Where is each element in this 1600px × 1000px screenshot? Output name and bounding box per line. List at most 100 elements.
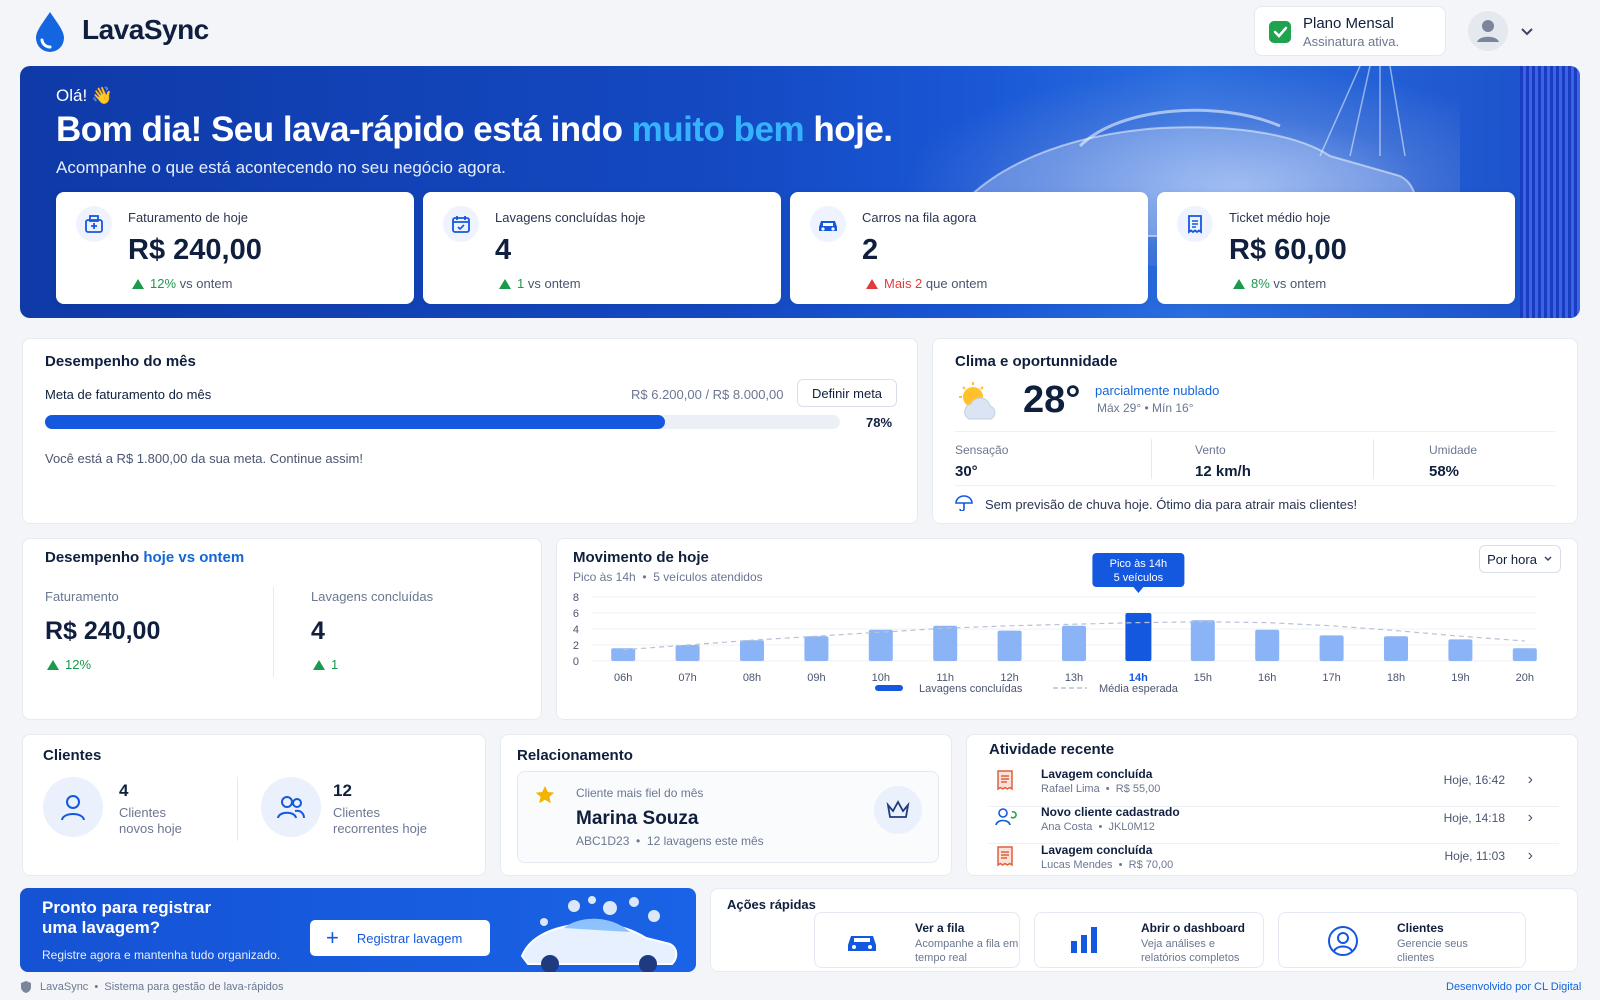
user-add-icon <box>995 807 1017 832</box>
x-tick-label: 06h <box>614 672 632 684</box>
peak-tooltip-line1: Pico às 14h <box>1110 558 1167 570</box>
kpi-label: Carros na fila agora <box>862 210 977 225</box>
plan-badge[interactable]: Plano Mensal Assinatura ativa. <box>1254 6 1446 56</box>
kpi-washes[interactable]: Lavagens concluídas hoje 4 1 vs ontem <box>423 192 781 304</box>
chevron-right-icon: › <box>1527 847 1533 864</box>
compare-value: 4 <box>311 617 325 645</box>
weather-stat: Umidade 58% <box>1429 443 1478 480</box>
greeting: Olá! 👋 <box>56 86 114 105</box>
activity-time: Hoje, 16:42 <box>1443 773 1505 787</box>
kpi-value: R$ 60,00 <box>1229 234 1347 266</box>
weather-tip: Sem previsão de chuva hoje. Ótimo dia pa… <box>985 497 1358 512</box>
chart-bar <box>933 625 958 661</box>
kpi-ticket[interactable]: Ticket médio hoje R$ 60,00 8% vs ontem <box>1157 192 1515 304</box>
relationship-card: Relacionamento Cliente mais fiel do mês … <box>500 734 952 876</box>
activity-sub: Ana Costa • JKL0M12 <box>1041 821 1155 833</box>
chart-bar <box>1062 625 1086 661</box>
weather-card: Clima e oportunnidade 28° parcialmente n… <box>932 338 1578 524</box>
y-tick-label: 2 <box>573 640 579 652</box>
users-icon <box>261 777 321 837</box>
chart-bar <box>1255 629 1280 661</box>
kpi-label: Lavagens concluídas hoje <box>495 210 646 225</box>
kpi-delta: 1 vs ontem <box>499 276 581 291</box>
plus-icon: + <box>326 925 339 950</box>
loyal-client-name: Marina Souza <box>576 808 699 829</box>
compare-delta: 1 <box>313 657 338 672</box>
set-goal-button[interactable]: Definir meta <box>797 379 897 407</box>
brand-name[interactable]: LavaSync <box>82 14 209 46</box>
compare-card: Desempenho hoje vs ontem Faturamento R$ … <box>22 538 542 720</box>
x-tick-label: 09h <box>807 672 825 684</box>
activity-title: Lavagem concluída <box>1041 843 1153 857</box>
chart-bar <box>1384 636 1408 661</box>
clients-card: Clientes 4 Clientes novos hoje 12 Cliente… <box>22 734 486 876</box>
plan-status: Assinatura ativa. <box>1303 34 1400 49</box>
plan-title: Plano Mensal <box>1303 15 1394 32</box>
card-title: Atividade recente <box>989 741 1115 758</box>
user-circle-icon <box>1327 925 1359 962</box>
calendar-icon <box>443 206 479 242</box>
weather-minmax: Máx 29° • Mín 16° <box>1097 401 1194 415</box>
month-performance-card: Desempenho do mês Meta de faturamento do… <box>22 338 918 524</box>
register-wash-button[interactable]: + Registrar lavagem <box>310 920 490 956</box>
kpi-delta: Mais 2 que ontem <box>866 276 987 291</box>
goal-message: Você está a R$ 1.800,00 da sua meta. Con… <box>45 451 363 466</box>
headline-accent: muito bem <box>631 110 805 149</box>
loyal-client-label: Cliente mais fiel do mês <box>576 786 704 800</box>
receipt-icon <box>995 845 1015 872</box>
chart-bar <box>611 648 636 661</box>
chevron-down-icon[interactable] <box>1520 24 1534 42</box>
activity-item[interactable]: Lavagem concluída Lucas Mendes • R$ 70,0… <box>989 843 1549 879</box>
activity-item[interactable]: Novo cliente cadastrado Ana Costa • JKL0… <box>989 805 1549 841</box>
y-tick-label: 6 <box>573 608 579 620</box>
headline-text: Bom dia! Seu lava-rápido está indo <box>56 110 632 149</box>
quick-action-clients[interactable]: Clientes Gerencie seus clientes <box>1278 912 1526 968</box>
footer-credit-link[interactable]: Desenvolvido por CL Digital <box>1446 981 1581 993</box>
card-title: Clima e oportunnidade <box>955 353 1118 370</box>
car-icon <box>845 927 879 960</box>
legend-label: Lavagens concluídas <box>919 683 1023 695</box>
chart-bar <box>997 630 1022 661</box>
x-tick-label: 17h <box>1322 672 1340 684</box>
kpi-label: Faturamento de hoje <box>128 210 248 225</box>
activity-title: Lavagem concluída <box>1041 767 1153 781</box>
kpi-delta: 8% vs ontem <box>1233 276 1326 291</box>
register-cta-banner: Pronto para registrar uma lavagem? Regist… <box>20 888 696 972</box>
loyal-client-box[interactable]: Cliente mais fiel do mês Marina Souza AB… <box>517 771 939 863</box>
activity-title: Novo cliente cadastrado <box>1041 805 1180 819</box>
x-tick-label: 10h <box>872 672 890 684</box>
goal-label: Meta de faturamento do mês <box>45 387 212 402</box>
compare-delta: 12% <box>47 657 91 672</box>
quick-action-dashboard[interactable]: Abrir o dashboard Veja análises e relató… <box>1034 912 1264 968</box>
kpi-revenue[interactable]: Faturamento de hoje R$ 240,00 12% vs ont… <box>56 192 414 304</box>
activity-card: Atividade recente Lavagem concluída Rafa… <box>966 734 1578 876</box>
kpi-value: 2 <box>862 234 879 266</box>
kpi-queue[interactable]: Carros na fila agora 2 Mais 2 que ontem <box>790 192 1148 304</box>
car-bubbles-illustration <box>514 892 684 972</box>
hero-banner: Olá! 👋 Bom dia! Seu lava-rápido está ind… <box>20 66 1580 318</box>
quick-action-queue[interactable]: Ver a fila Acompanhe a fila em tempo rea… <box>814 912 1020 968</box>
goal-progress-bar <box>45 415 840 429</box>
star-icon <box>534 784 556 811</box>
activity-item[interactable]: Lavagem concluída Rafael Lima • R$ 55,00… <box>989 767 1549 803</box>
chart-bar <box>740 640 764 661</box>
legend-swatch-bars <box>875 685 903 691</box>
activity-time: Hoje, 11:03 <box>1444 849 1506 863</box>
progress-label: 78% <box>866 415 893 430</box>
chart-bar <box>675 645 700 661</box>
weather-stat: Vento 12 km/h <box>1195 443 1251 480</box>
recurring-clients-label: Clientes recorrentes hoje <box>333 805 427 836</box>
footer-left: LavaSync • Sistema para gestão de lava-r… <box>40 981 284 993</box>
compare-label: Lavagens concluídas <box>311 589 434 604</box>
loyal-client-detail: ABC1D23 • 12 lavagens este mês <box>576 834 764 848</box>
avatar[interactable] <box>1468 11 1508 51</box>
umbrella-icon <box>955 495 973 516</box>
partly-cloudy-icon <box>955 381 1003 428</box>
x-tick-label: 18h <box>1387 672 1405 684</box>
cta-subtitle: Registre agora e mantenha tudo organizad… <box>42 948 281 962</box>
shield-icon <box>20 980 32 999</box>
movement-chart: 0246806h 07h 08h 09h 10h 11h 12h 13h 14h 15h 16h 17… <box>573 553 1537 695</box>
temperature: 28° <box>1023 379 1081 421</box>
card-title: Clientes <box>43 747 102 764</box>
hero-headline: Bom dia! Seu lava-rápido está indo muito… <box>56 110 893 150</box>
